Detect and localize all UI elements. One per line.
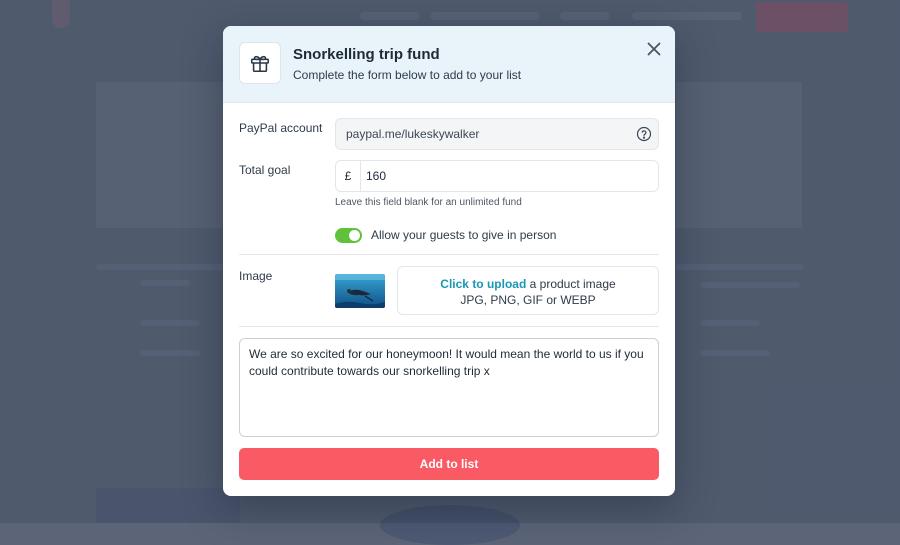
close-button[interactable] xyxy=(643,38,665,60)
in-person-label: Allow your guests to give in person xyxy=(371,228,557,242)
image-label: Image xyxy=(239,269,273,283)
divider xyxy=(239,254,659,255)
image-thumbnail xyxy=(335,274,385,308)
modal-subtitle: Complete the form below to add to your l… xyxy=(293,68,522,82)
paypal-label: PayPal account xyxy=(239,121,323,135)
goal-hint: Leave this field blank for an unlimited … xyxy=(335,197,522,208)
upload-text: a product image xyxy=(526,277,616,291)
in-person-toggle[interactable] xyxy=(335,228,362,243)
gift-icon-box xyxy=(239,42,281,84)
paypal-input[interactable] xyxy=(346,119,626,149)
message-field: We are so excited for our honeymoon! It … xyxy=(239,338,659,437)
goal-input[interactable] xyxy=(366,161,646,191)
toggle-knob xyxy=(349,230,360,241)
image-upload-dropzone[interactable]: Click to upload a product image JPG, PNG… xyxy=(397,266,659,315)
upload-formats: JPG, PNG, GIF or WEBP xyxy=(460,293,596,307)
close-icon xyxy=(647,42,661,56)
divider xyxy=(239,326,659,327)
add-fund-modal: Snorkelling trip fund Complete the form … xyxy=(223,26,675,496)
click-to-upload-link[interactable]: Click to upload xyxy=(440,277,526,291)
goal-label: Total goal xyxy=(239,163,291,177)
question-circle-icon[interactable] xyxy=(636,126,652,142)
snorkel-photo xyxy=(335,274,385,308)
currency-prefix: £ xyxy=(336,161,361,191)
modal-title: Snorkelling trip fund xyxy=(293,46,440,63)
message-textarea[interactable]: We are so excited for our honeymoon! It … xyxy=(249,346,649,430)
modal-header: Snorkelling trip fund Complete the form … xyxy=(223,26,675,103)
goal-field: £ xyxy=(335,160,659,192)
paypal-field xyxy=(335,118,659,150)
add-to-list-button[interactable]: Add to list xyxy=(239,448,659,480)
upload-instruction: Click to upload a product image xyxy=(398,277,658,291)
gift-icon xyxy=(250,55,270,73)
